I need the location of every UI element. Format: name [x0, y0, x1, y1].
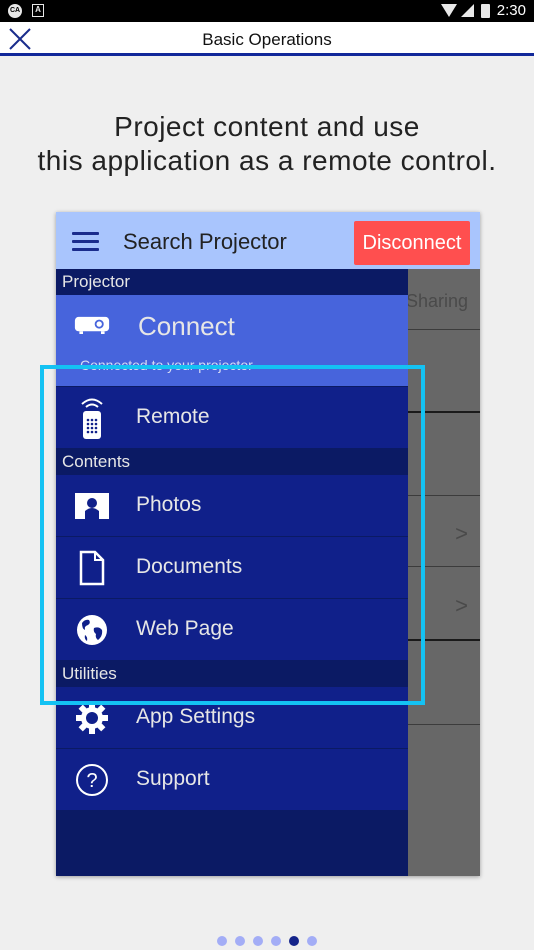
phone-toolbar-title: Search Projector: [123, 229, 287, 254]
headline-line-2: this application as a remote control.: [37, 145, 497, 176]
drawer-item-documents: Documents: [56, 537, 408, 599]
drawer-item-remote: Remote: [56, 387, 408, 449]
drawer-item-label: Remote: [136, 405, 210, 428]
background-screen: Sharing > >: [406, 269, 480, 876]
phone-screenshot: Search Projector Disconnect Sharing > > …: [56, 212, 480, 876]
signal-icon: [460, 4, 474, 17]
page-dot[interactable]: [289, 936, 299, 946]
projector-icon: [74, 307, 110, 343]
svg-text:?: ?: [86, 770, 97, 792]
status-time: 2:30: [496, 2, 526, 19]
phone-toolbar: Search Projector Disconnect: [56, 212, 480, 269]
help-icon: ?: [74, 762, 110, 798]
globe-icon: [74, 612, 110, 648]
remote-control-icon: [74, 398, 110, 439]
page-dot[interactable]: [271, 936, 281, 946]
drawer-item-label: Photos: [136, 493, 202, 516]
chevron-right-icon: >: [455, 521, 468, 546]
disconnect-button: Disconnect: [354, 221, 470, 265]
page-indicator: [0, 936, 534, 946]
headline-line-1: Project content and use: [114, 111, 420, 142]
section-header-contents: Contents: [56, 449, 408, 475]
page-title: Basic Operations: [202, 30, 332, 49]
document-icon: [74, 550, 110, 586]
drawer-item-label: Documents: [136, 555, 243, 578]
page-dot[interactable]: [307, 936, 317, 946]
drawer-item-label: Connect: [138, 311, 235, 341]
navigation-drawer: Projector Connect Connected to your proj…: [56, 269, 408, 876]
status-bar: CA A 2:30: [0, 0, 534, 22]
page-dot[interactable]: [235, 936, 245, 946]
drawer-item-app-settings: App Settings: [56, 687, 408, 749]
section-header-projector: Projector: [56, 269, 408, 295]
sharing-tab-label: Sharing: [406, 291, 469, 311]
page-dot[interactable]: [253, 936, 263, 946]
app-bar: Basic Operations: [0, 22, 534, 56]
section-header-utilities: Utilities: [56, 661, 408, 687]
gear-icon: [74, 700, 110, 736]
photo-icon: [74, 488, 110, 524]
page-dot[interactable]: [217, 936, 227, 946]
tutorial-headline: Project content and use this application…: [0, 110, 534, 178]
drawer-item-connect: Connect Connected to your projector: [56, 295, 408, 387]
chevron-right-icon: >: [455, 593, 468, 618]
connection-status: Connected to your projector: [80, 357, 253, 373]
drawer-item-support: ? Support: [56, 749, 408, 811]
drawer-item-photos: Photos: [56, 475, 408, 537]
drawer-item-label: Web Page: [136, 617, 234, 640]
battery-charging-icon: [480, 3, 490, 18]
wifi-icon: [440, 4, 457, 17]
ca-notification-icon: CA: [8, 4, 22, 18]
drawer-item-label: Support: [136, 767, 210, 790]
drawer-item-web-page: Web Page: [56, 599, 408, 661]
a-notification-icon: A: [32, 4, 44, 17]
hamburger-icon: [72, 232, 99, 252]
drawer-item-label: App Settings: [136, 705, 256, 728]
